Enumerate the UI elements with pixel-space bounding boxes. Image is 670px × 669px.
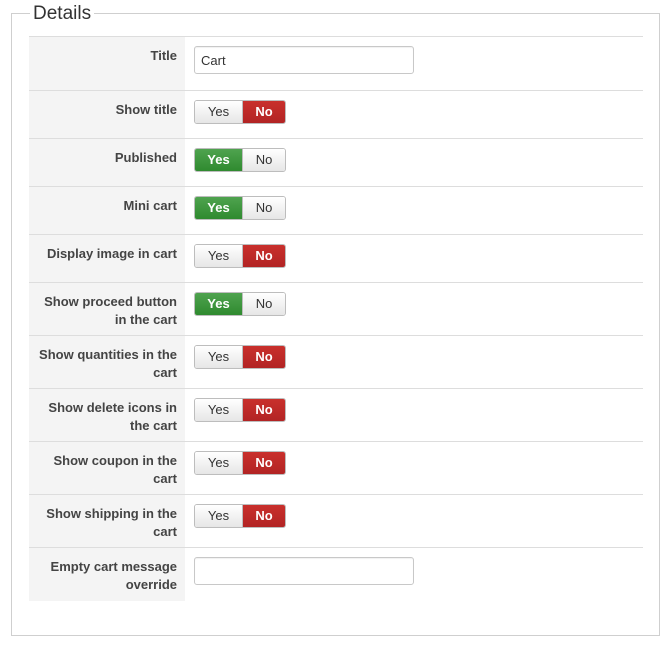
- show-quantities-label: Show quantities in the cart: [29, 336, 185, 388]
- show-coupon-label: Show coupon in the cart: [29, 442, 185, 494]
- mini-cart-label: Mini cart: [29, 187, 185, 234]
- show-shipping-label-line1: Show shipping in the: [46, 506, 177, 521]
- empty-message-label-line1: Empty cart message: [50, 559, 177, 574]
- show-coupon-yes-button[interactable]: Yes: [195, 452, 243, 474]
- show-coupon-toggle[interactable]: Yes No: [194, 451, 286, 475]
- show-proceed-label-line1: Show proceed button: [44, 294, 177, 309]
- show-delete-no-button[interactable]: No: [243, 399, 285, 421]
- display-image-label: Display image in cart: [29, 235, 185, 282]
- empty-message-input[interactable]: [194, 557, 414, 585]
- row-show-delete: Show delete icons in the cart Yes No: [29, 388, 643, 441]
- show-shipping-no-button[interactable]: No: [243, 505, 285, 527]
- published-label: Published: [29, 139, 185, 186]
- show-shipping-label-line2: cart: [153, 524, 177, 539]
- show-delete-label: Show delete icons in the cart: [29, 389, 185, 441]
- row-display-image: Display image in cart Yes No: [29, 234, 643, 282]
- published-yes-button[interactable]: Yes: [195, 149, 243, 171]
- show-proceed-label: Show proceed button in the cart: [29, 283, 185, 335]
- show-shipping-label: Show shipping in the cart: [29, 495, 185, 547]
- display-image-yes-button[interactable]: Yes: [195, 245, 243, 267]
- mini-cart-toggle[interactable]: Yes No: [194, 196, 286, 220]
- show-quantities-toggle[interactable]: Yes No: [194, 345, 286, 369]
- row-show-proceed: Show proceed button in the cart Yes No: [29, 282, 643, 335]
- title-label: Title: [29, 37, 185, 90]
- show-coupon-no-button[interactable]: No: [243, 452, 285, 474]
- title-input[interactable]: [194, 46, 414, 74]
- show-proceed-toggle[interactable]: Yes No: [194, 292, 286, 316]
- show-delete-label-line1: Show delete icons in: [48, 400, 177, 415]
- row-title: Title: [29, 36, 643, 90]
- show-coupon-label-line1: Show coupon in the: [53, 453, 178, 468]
- show-proceed-label-line2: in the cart: [114, 312, 177, 327]
- row-empty-message: Empty cart message override: [29, 547, 643, 601]
- mini-cart-yes-button[interactable]: Yes: [195, 197, 243, 219]
- show-shipping-yes-button[interactable]: Yes: [195, 505, 243, 527]
- show-proceed-yes-button[interactable]: Yes: [195, 293, 243, 315]
- published-no-button[interactable]: No: [243, 149, 285, 171]
- row-show-quantities: Show quantities in the cart Yes No: [29, 335, 643, 388]
- show-quantities-label-line2: cart: [153, 365, 177, 380]
- row-show-coupon: Show coupon in the cart Yes No: [29, 441, 643, 494]
- show-quantities-label-line1: Show quantities in the: [39, 347, 177, 362]
- fieldset-legend: Details: [30, 2, 95, 26]
- show-delete-label-line2: the cart: [130, 418, 177, 433]
- show-delete-yes-button[interactable]: Yes: [195, 399, 243, 421]
- show-delete-toggle[interactable]: Yes No: [194, 398, 286, 422]
- empty-message-label: Empty cart message override: [29, 548, 185, 601]
- row-published: Published Yes No: [29, 138, 643, 186]
- show-title-yes-button[interactable]: Yes: [195, 101, 243, 123]
- show-title-toggle[interactable]: Yes No: [194, 100, 286, 124]
- row-mini-cart: Mini cart Yes No: [29, 186, 643, 234]
- empty-message-label-line2: override: [125, 577, 177, 592]
- show-shipping-toggle[interactable]: Yes No: [194, 504, 286, 528]
- show-title-label: Show title: [29, 91, 185, 138]
- display-image-toggle[interactable]: Yes No: [194, 244, 286, 268]
- row-show-title: Show title Yes No: [29, 90, 643, 138]
- show-title-no-button[interactable]: No: [243, 101, 285, 123]
- mini-cart-no-button[interactable]: No: [243, 197, 285, 219]
- display-image-no-button[interactable]: No: [243, 245, 285, 267]
- show-quantities-yes-button[interactable]: Yes: [195, 346, 243, 368]
- show-coupon-label-line2: cart: [153, 471, 177, 486]
- show-proceed-no-button[interactable]: No: [243, 293, 285, 315]
- form-rows: Title Show title Yes No Published Yes No…: [29, 36, 643, 601]
- row-show-shipping: Show shipping in the cart Yes No: [29, 494, 643, 547]
- published-toggle[interactable]: Yes No: [194, 148, 286, 172]
- show-quantities-no-button[interactable]: No: [243, 346, 285, 368]
